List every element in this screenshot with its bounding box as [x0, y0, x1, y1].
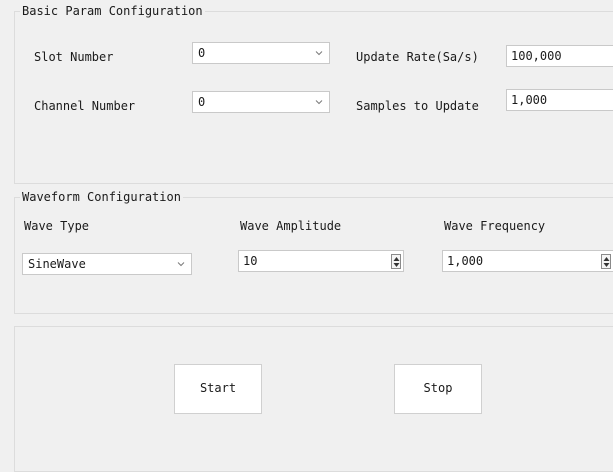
spin-up-down-icon	[603, 257, 610, 267]
samples-to-update-value: 1,000	[511, 93, 548, 107]
frequency-spin-button[interactable]	[601, 254, 611, 269]
spin-up-down-icon	[393, 257, 400, 267]
stop-button[interactable]: Stop	[394, 364, 482, 414]
channel-number-label: Channel Number	[34, 99, 136, 113]
wave-type-combobox[interactable]: SineWave	[22, 253, 192, 275]
chevron-down-icon	[177, 262, 185, 267]
wave-type-label: Wave Type	[24, 219, 90, 233]
channel-number-combobox[interactable]: 0	[192, 91, 330, 113]
slot-number-combobox[interactable]: 0	[192, 42, 330, 64]
update-rate-label: Update Rate(Sa/s)	[356, 50, 479, 64]
wave-amplitude-spinner[interactable]: 10	[238, 250, 404, 272]
channel-number-value: 0	[198, 95, 206, 109]
controls-panel	[14, 326, 613, 472]
start-button-label: Start	[199, 381, 237, 395]
update-rate-input[interactable]: 100,000	[506, 45, 613, 67]
amplitude-spin-button[interactable]	[391, 254, 401, 269]
wave-frequency-label: Wave Frequency	[444, 219, 546, 233]
samples-to-update-input[interactable]: 1,000	[506, 89, 613, 111]
slot-number-value: 0	[198, 46, 206, 60]
wave-frequency-spinner[interactable]: 1,000	[442, 250, 613, 272]
waveform-title: Waveform Configuration	[22, 190, 181, 204]
slot-number-label: Slot Number	[34, 50, 114, 64]
start-button[interactable]: Start	[174, 364, 262, 414]
update-rate-value: 100,000	[511, 49, 562, 63]
chevron-down-icon	[315, 100, 323, 105]
stop-button-label: Stop	[423, 381, 453, 395]
wave-type-value: SineWave	[28, 257, 86, 271]
samples-to-update-label: Samples to Update	[356, 99, 479, 113]
wave-frequency-value[interactable]: 1,000	[447, 254, 483, 268]
chevron-down-icon	[315, 51, 323, 56]
wave-amplitude-label: Wave Amplitude	[240, 219, 342, 233]
wave-amplitude-value[interactable]: 10	[243, 254, 257, 268]
basic-param-title: Basic Param Configuration	[22, 4, 203, 18]
